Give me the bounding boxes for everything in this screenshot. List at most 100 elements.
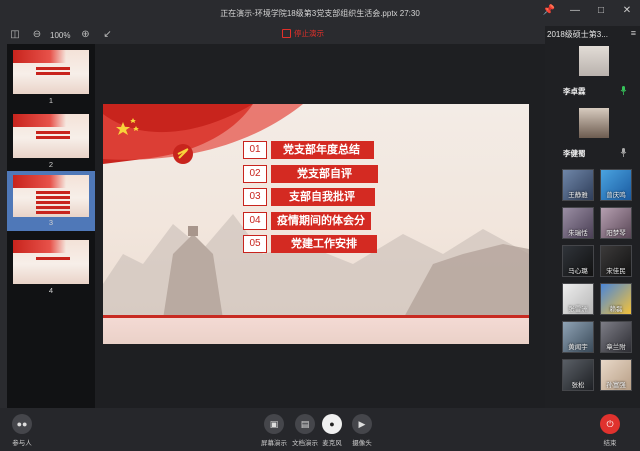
- participant-tile[interactable]: 朱瑞恬: [562, 207, 594, 239]
- screen-share-button[interactable]: ▣ 屏幕演示: [261, 414, 287, 447]
- agenda-item-number: 01: [243, 141, 267, 159]
- participant-tile[interactable]: 王静雅: [562, 169, 594, 201]
- screen-icon: ▣: [264, 414, 284, 434]
- agenda-item-label: 党支部年度总结: [271, 141, 374, 159]
- participant-name: 赖磊: [609, 306, 623, 313]
- slide-thumbnail[interactable]: 4: [13, 240, 89, 295]
- zoom-out-icon[interactable]: ⊖: [30, 28, 44, 42]
- presentation-window: 正在演示-环境学院18级第3党支部组织生活会.pptx 27:30 📌 — □ …: [0, 0, 640, 451]
- list-menu-icon[interactable]: ≡: [631, 28, 636, 38]
- avatar: [579, 46, 609, 76]
- sidebar-toggle-icon[interactable]: ◫: [8, 28, 22, 42]
- presentation-toolbar: ◫ ⊖ 100% ⊕ ↙: [0, 26, 545, 44]
- stop-presenting-label: 停止演示: [294, 29, 324, 38]
- participant-tile[interactable]: 宋佳民: [600, 245, 632, 277]
- thumbnail-image: [13, 114, 89, 158]
- slide-footer-band: [103, 318, 529, 344]
- camera-icon: ▶: [352, 414, 372, 434]
- participant-tile[interactable]: 黄闻宇: [562, 321, 594, 353]
- host-name: 李健蜀: [563, 149, 586, 158]
- agenda-item-label: 党支部自评: [271, 164, 378, 183]
- microphone-label: 麦克风: [322, 440, 342, 447]
- participant-tile[interactable]: 孙富强: [600, 359, 632, 391]
- participants-panel: 2018级硕士第3... ≡ 李卓霖 李健蜀 王静雅 曾庆鸣 朱瑞恬 阳梦琴 马…: [545, 26, 640, 408]
- participants-label: 参与人: [12, 440, 32, 447]
- participant-name: 宋佳民: [606, 268, 626, 275]
- slide-thumbnail-panel: 1 2 3 4: [7, 44, 95, 408]
- participant-tile[interactable]: 张雷洲: [562, 283, 594, 315]
- maximize-icon[interactable]: □: [594, 4, 608, 18]
- doc-share-button[interactable]: ▤ 文档演示: [292, 414, 318, 447]
- participant-name: 章兰附: [606, 344, 626, 351]
- end-label: 结束: [603, 440, 617, 447]
- camera-button[interactable]: ▶ 摄像头: [352, 414, 372, 447]
- zoom-level: 100%: [50, 30, 71, 40]
- host-video-tile[interactable]: 李卓霖: [559, 46, 629, 104]
- participant-tile[interactable]: 阳梦琴: [600, 207, 632, 239]
- thumbnail-image: [13, 240, 89, 284]
- microphone-icon: ●: [322, 414, 342, 434]
- microphone-icon: [620, 86, 627, 95]
- zoom-in-icon[interactable]: ⊕: [78, 28, 92, 42]
- pin-icon[interactable]: 📌: [542, 4, 556, 18]
- thumbnail-number: 1: [48, 96, 54, 105]
- agenda-item-number: 05: [243, 235, 267, 253]
- bottom-control-bar: ●● 参与人 ▣ 屏幕演示 ▤ 文档演示 ● 麦克风 ▶ 摄像头 ⏻ 结束: [0, 408, 640, 451]
- host-name: 李卓霖: [563, 87, 586, 96]
- agenda-item[interactable]: 05 党建工作安排: [243, 234, 378, 254]
- thumbnail-number: 2: [48, 160, 54, 169]
- title-bar: 正在演示-环境学院18级第3党支部组织生活会.pptx 27:30 📌 — □ …: [0, 0, 640, 26]
- microphone-button[interactable]: ● 麦克风: [322, 414, 342, 447]
- stop-icon: [282, 29, 291, 38]
- camera-label: 摄像头: [352, 440, 372, 447]
- agenda-item-label: 疫情期间的体会分: [271, 211, 371, 230]
- window-title: 正在演示-环境学院18级第3党支部组织生活会.pptx 27:30: [220, 8, 420, 18]
- participant-tile[interactable]: 马心璐: [562, 245, 594, 277]
- minimize-icon[interactable]: —: [568, 4, 582, 18]
- agenda-item[interactable]: 03 支部自我批评: [243, 187, 378, 207]
- close-icon[interactable]: ✕: [620, 4, 634, 18]
- participant-name: 曾庆鸣: [606, 192, 626, 199]
- participant-name: 孙富强: [606, 382, 626, 389]
- participant-tile[interactable]: 章兰附: [600, 321, 632, 353]
- agenda-item-label: 党建工作安排: [271, 235, 377, 253]
- current-slide: 01 党支部年度总结 02 党支部自评 03 支部自我批评 04 疫情期间的体会…: [103, 104, 529, 344]
- slide-thumbnail-selected[interactable]: 3: [7, 171, 95, 231]
- agenda-item-number: 02: [243, 164, 267, 183]
- slide-thumbnail[interactable]: 2: [13, 114, 89, 169]
- participant-tile[interactable]: 曾庆鸣: [600, 169, 632, 201]
- end-meeting-button[interactable]: ⏻ 结束: [600, 414, 620, 447]
- stop-presenting-button[interactable]: 停止演示: [282, 28, 324, 39]
- agenda-item[interactable]: 04 疫情期间的体会分: [243, 211, 378, 231]
- microphone-icon: [620, 148, 627, 157]
- participant-name: 张雷洲: [568, 306, 588, 313]
- participant-name: 黄闻宇: [568, 344, 588, 351]
- agenda-list: 01 党支部年度总结 02 党支部自评 03 支部自我批评 04 疫情期间的体会…: [243, 140, 378, 258]
- participant-name: 阳梦琴: [606, 230, 626, 237]
- slide-thumbnail[interactable]: 1: [13, 50, 89, 105]
- host-video-tile[interactable]: 李健蜀: [559, 108, 629, 166]
- meeting-title: 2018级硕士第3...: [547, 29, 608, 39]
- participant-name: 张松: [571, 382, 585, 389]
- screen-share-label: 屏幕演示: [261, 440, 287, 447]
- participant-tile[interactable]: 张松: [562, 359, 594, 391]
- agenda-item-label: 支部自我批评: [271, 188, 375, 206]
- participant-name: 王静雅: [568, 192, 588, 199]
- agenda-item-number: 03: [243, 188, 267, 206]
- participant-tile[interactable]: 赖磊: [600, 283, 632, 315]
- agenda-item[interactable]: 01 党支部年度总结: [243, 140, 378, 160]
- participant-name: 马心璐: [568, 268, 588, 275]
- doc-share-label: 文档演示: [292, 440, 318, 447]
- fit-screen-icon[interactable]: ↙: [100, 28, 114, 42]
- thumbnail-image: [13, 50, 89, 94]
- people-icon: ●●: [12, 414, 32, 434]
- participant-name: 朱瑞恬: [568, 230, 588, 237]
- thumbnail-number: 4: [48, 286, 54, 295]
- thumbnail-image: [13, 175, 89, 217]
- thumbnail-number: 3: [48, 218, 54, 227]
- participants-button[interactable]: ●● 参与人: [12, 414, 32, 447]
- agenda-item-number: 04: [243, 211, 267, 230]
- slide-stage: 01 党支部年度总结 02 党支部自评 03 支部自我批评 04 疫情期间的体会…: [95, 44, 545, 408]
- avatar: [579, 108, 609, 138]
- agenda-item[interactable]: 02 党支部自评: [243, 164, 378, 184]
